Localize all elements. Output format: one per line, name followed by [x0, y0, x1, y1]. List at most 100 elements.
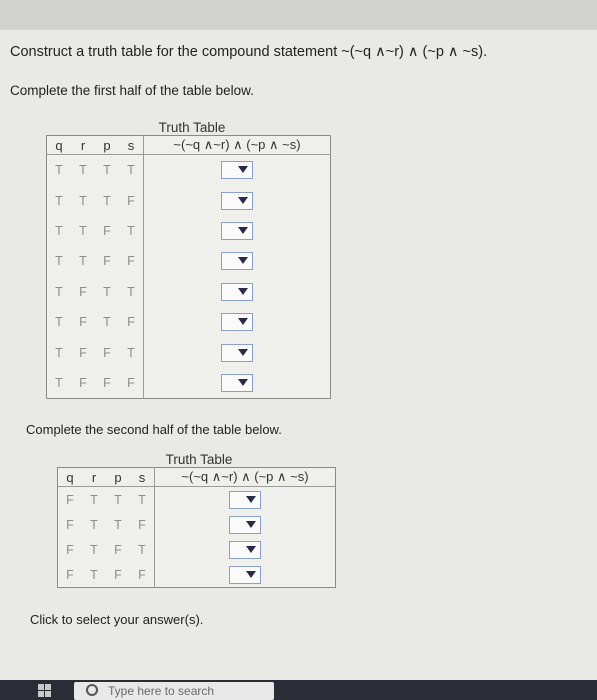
table-row: TTFF [47, 246, 331, 277]
cell-r: T [79, 254, 87, 269]
cell-s: F [127, 375, 135, 390]
second-half-instruction: Complete the second half of the table be… [26, 422, 282, 437]
table-1: q r p s ~(~q ∧~r) ∧ (~p ∧ ~s) TTTTTTTFTT… [46, 135, 331, 400]
table-row: TTTF [47, 185, 331, 216]
search-icon [86, 684, 98, 696]
table-row: TFFT [47, 337, 331, 368]
table-1-caption-text: Truth Table [158, 120, 226, 135]
cell-r: F [79, 345, 87, 360]
cell-r: T [90, 517, 98, 532]
windows-start-icon[interactable] [38, 684, 52, 698]
cell-s: F [127, 254, 135, 269]
header-r: r [71, 135, 95, 155]
cell-q: T [55, 284, 63, 299]
answer-cell [154, 562, 336, 588]
dropdown-arrow-icon [238, 226, 248, 234]
answer-dropdown[interactable] [221, 313, 253, 332]
answer-cell [154, 537, 336, 562]
cell-q: T [55, 254, 63, 269]
answer-dropdown[interactable] [229, 540, 261, 559]
table-row: FTTF [58, 512, 336, 537]
table-2-caption: Truth Table [57, 452, 337, 467]
dropdown-arrow-icon [246, 545, 256, 553]
header-compound: ~(~q ∧~r) ∧ (~p ∧ ~s) [143, 135, 331, 155]
answer-dropdown[interactable] [229, 490, 261, 509]
cell-p: F [103, 345, 111, 360]
table-row: TFFF [47, 367, 331, 399]
answer-dropdown[interactable] [221, 282, 253, 301]
dropdown-arrow-icon [238, 257, 248, 265]
cell-q: T [55, 375, 63, 390]
answer-dropdown[interactable] [221, 191, 253, 210]
first-half-instruction: Complete the first half of the table bel… [10, 83, 254, 98]
cell-r: T [79, 193, 87, 208]
header-compound: ~(~q ∧~r) ∧ (~p ∧ ~s) [154, 467, 336, 487]
cell-p: T [103, 284, 111, 299]
answer-cell [143, 154, 331, 186]
table-1-header-row: q r p s ~(~q ∧~r) ∧ (~p ∧ ~s) [46, 135, 331, 155]
cell-p: F [114, 567, 122, 582]
cell-s: T [127, 284, 135, 299]
cell-p: T [103, 163, 111, 178]
header-r: r [82, 467, 106, 487]
cell-s: F [138, 517, 146, 532]
cell-s: F [127, 315, 135, 330]
taskbar: Type here to search [0, 680, 597, 700]
answer-cell [143, 185, 331, 216]
cell-s: T [127, 163, 135, 178]
header-q: q [46, 135, 71, 155]
table-row: FTFT [58, 537, 336, 562]
cell-p: T [114, 517, 122, 532]
cell-q: T [55, 315, 63, 330]
answer-cell [154, 486, 336, 512]
answer-dropdown[interactable] [221, 161, 253, 180]
dropdown-arrow-icon [238, 348, 248, 356]
table-2-header-row: q r p s ~(~q ∧~r) ∧ (~p ∧ ~s) [57, 467, 336, 487]
dropdown-arrow-icon [238, 166, 248, 174]
dropdown-arrow-icon [246, 570, 256, 578]
table-row: TTTT [47, 154, 331, 186]
answer-cell [143, 367, 331, 399]
answer-dropdown[interactable] [229, 515, 261, 534]
cell-r: F [79, 284, 87, 299]
cell-q: T [55, 345, 63, 360]
dropdown-arrow-icon [238, 196, 248, 204]
cell-p: F [114, 542, 122, 557]
answer-cell [143, 337, 331, 368]
cell-r: F [79, 315, 87, 330]
table-2: q r p s ~(~q ∧~r) ∧ (~p ∧ ~s) FTTTFTTFFT… [57, 467, 336, 588]
taskbar-search-box[interactable]: Type here to search [74, 682, 274, 700]
cell-p: T [114, 492, 122, 507]
answer-cell [143, 276, 331, 307]
dropdown-arrow-icon [246, 520, 256, 528]
answer-dropdown[interactable] [221, 373, 253, 392]
table-row: FTFF [58, 562, 336, 588]
answer-dropdown[interactable] [221, 343, 253, 362]
cell-p: T [103, 315, 111, 330]
dropdown-arrow-icon [238, 287, 248, 295]
cell-q: F [66, 517, 74, 532]
cell-r: T [90, 492, 98, 507]
table-row: TTFT [47, 215, 331, 247]
table-row: FTTT [58, 486, 336, 512]
select-answers-hint: Click to select your answer(s). [30, 612, 204, 627]
cell-s: T [127, 345, 135, 360]
answer-dropdown[interactable] [221, 252, 253, 271]
answer-cell [143, 246, 331, 277]
cell-p: F [103, 223, 111, 238]
table-row: TFTF [47, 306, 331, 338]
cell-r: F [79, 375, 87, 390]
cell-r: T [90, 567, 98, 582]
answer-cell [143, 306, 331, 338]
top-band [0, 0, 597, 30]
dropdown-arrow-icon [238, 318, 248, 326]
header-p: p [106, 467, 130, 487]
answer-dropdown[interactable] [221, 221, 253, 240]
cell-s: T [127, 223, 135, 238]
search-placeholder: Type here to search [108, 684, 215, 698]
cell-q: F [66, 492, 74, 507]
answer-dropdown[interactable] [229, 565, 261, 584]
cell-q: F [66, 542, 74, 557]
cell-q: F [66, 567, 74, 582]
cell-r: T [79, 163, 87, 178]
